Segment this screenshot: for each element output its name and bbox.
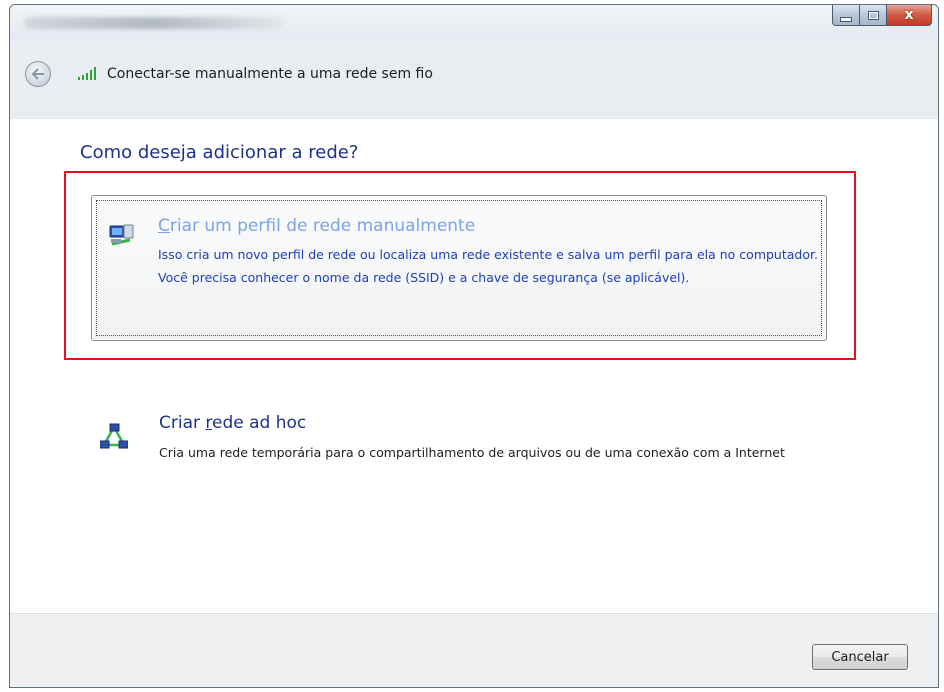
- minimize-button[interactable]: [832, 5, 859, 26]
- cancel-button[interactable]: Cancelar: [812, 644, 908, 670]
- option-title-rest: riar um perfil de rede manualmente: [169, 216, 476, 236]
- back-arrow-icon: [31, 68, 44, 80]
- option-create-profile-description: Isso cria um novo perfil de rede ou loca…: [158, 247, 818, 285]
- maximize-icon: [867, 10, 879, 20]
- option-create-profile-title[interactable]: Criar um perfil de rede manualmente: [158, 216, 475, 236]
- close-icon: x: [904, 7, 914, 23]
- option-title-prefix: Criar: [159, 413, 206, 433]
- option-create-profile-manually[interactable]: Criar um perfil de rede manualmente Isso…: [91, 195, 827, 341]
- accelerator-letter: C: [158, 216, 170, 236]
- option-ad-hoc-description: Cria uma rede temporária para o comparti…: [159, 445, 785, 460]
- dialog-footer: Cancelar: [10, 613, 938, 687]
- network-profile-icon: [109, 224, 134, 246]
- minimize-icon: [840, 16, 852, 22]
- maximize-button[interactable]: [859, 5, 886, 26]
- caption-buttons: x: [832, 5, 932, 27]
- content-area: Como deseja adicionar a rede? Criar um p…: [10, 119, 938, 613]
- navigation-row: Conectar-se manualmente a uma rede sem f…: [10, 61, 938, 91]
- dialog-title: Conectar-se manualmente a uma rede sem f…: [107, 66, 433, 82]
- title-bar[interactable]: x: [10, 5, 938, 39]
- page-heading: Como deseja adicionar a rede?: [80, 142, 359, 163]
- option-ad-hoc-title[interactable]: Criar rede ad hoc: [159, 413, 306, 433]
- option-title-rest: ede ad hoc: [212, 413, 307, 433]
- blurred-title-text: [24, 17, 284, 29]
- wifi-signal-icon: [78, 67, 96, 80]
- back-button[interactable]: [25, 61, 51, 87]
- close-button[interactable]: x: [886, 5, 932, 26]
- dialog-window: x Conectar-se manualmente a uma rede sem…: [9, 4, 939, 688]
- ad-hoc-network-icon: [100, 423, 128, 449]
